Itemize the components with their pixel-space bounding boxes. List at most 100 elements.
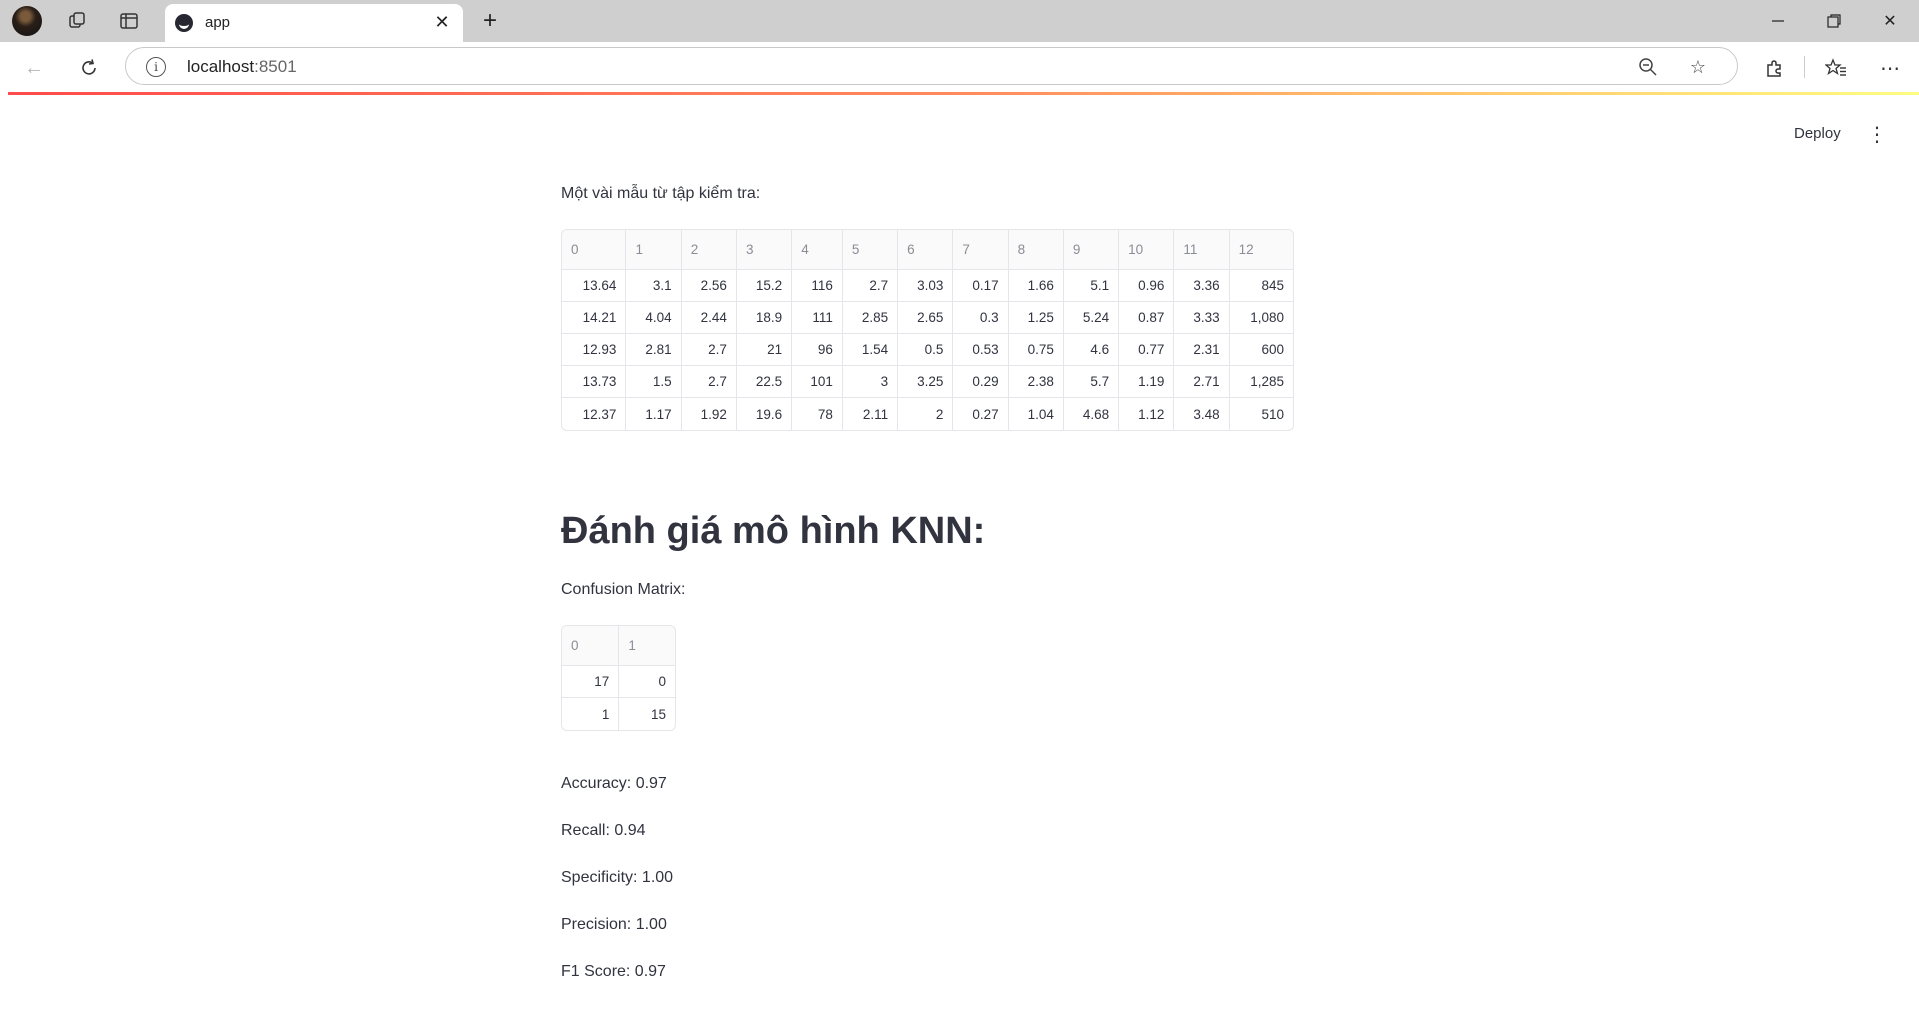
sample-cell[interactable]: 111 (792, 302, 843, 334)
sample-cell[interactable]: 600 (1229, 334, 1293, 366)
sample-cell[interactable]: 96 (792, 334, 843, 366)
favorites-icon[interactable] (1820, 52, 1852, 84)
confusion-cell[interactable]: 15 (619, 698, 675, 730)
sample-cell[interactable]: 4.04 (626, 302, 682, 334)
sample-cell[interactable]: 13.73 (562, 366, 627, 398)
sample-cell[interactable]: 2.38 (1008, 366, 1064, 398)
sample-cell[interactable]: 510 (1230, 398, 1293, 430)
sample-cell[interactable]: 116 (792, 270, 843, 302)
back-arrow-icon[interactable]: ← (18, 52, 50, 84)
sample-cell[interactable]: 2.7 (681, 334, 737, 366)
sample-cell[interactable]: 14.21 (562, 302, 627, 334)
sample-cell[interactable]: 0.3 (953, 302, 1009, 334)
main-menu-icon[interactable]: ⋮ (1866, 121, 1888, 147)
sample-cell[interactable]: 1.92 (682, 398, 737, 430)
sample-column-header[interactable]: 2 (681, 230, 737, 270)
new-tab-icon[interactable]: + (475, 6, 505, 36)
site-info-icon[interactable]: i (146, 57, 166, 77)
sample-cell[interactable]: 0.27 (953, 398, 1009, 430)
settings-more-icon[interactable]: ⋯ (1874, 52, 1906, 84)
sample-cell[interactable]: 18.9 (736, 302, 793, 334)
sample-cell[interactable]: 1.5 (626, 366, 682, 398)
favorite-star-icon[interactable]: ☆ (1684, 53, 1712, 81)
confusion-matrix-dataframe[interactable]: 01 17 0 1 15 (561, 625, 676, 731)
sample-cell[interactable]: 0.77 (1119, 334, 1175, 366)
sample-cell[interactable]: 2.7 (681, 366, 737, 398)
refresh-icon[interactable] (73, 52, 105, 84)
sample-column-header[interactable]: 11 (1174, 230, 1230, 270)
sample-cell[interactable]: 0.5 (898, 334, 954, 366)
sample-cell[interactable]: 0.75 (1008, 334, 1064, 366)
sample-cell[interactable]: 2.11 (843, 398, 899, 430)
sample-column-header[interactable]: 4 (792, 230, 843, 270)
sample-cell[interactable]: 21 (736, 334, 793, 366)
sample-cell[interactable]: 5.1 (1063, 270, 1120, 302)
confusion-column-header[interactable]: 1 (619, 626, 675, 666)
close-window-icon[interactable]: ✕ (1870, 8, 1910, 34)
url-field[interactable]: i localhost:8501 ☆ (125, 47, 1738, 85)
confusion-cell[interactable]: 1 (562, 698, 620, 730)
sample-cell[interactable]: 15.2 (736, 270, 793, 302)
close-tab-icon[interactable]: ✕ (431, 11, 453, 33)
sample-column-header[interactable]: 5 (842, 230, 899, 270)
restore-icon[interactable] (1814, 8, 1854, 34)
sample-cell[interactable]: 1,285 (1229, 366, 1293, 398)
confusion-column-header[interactable]: 0 (562, 626, 620, 666)
sample-cell[interactable]: 22.5 (736, 366, 793, 398)
confusion-cell[interactable]: 0 (619, 666, 675, 698)
sample-cell[interactable]: 5.7 (1063, 366, 1120, 398)
sample-cell[interactable]: 78 (792, 398, 843, 430)
sample-cell[interactable]: 1.17 (626, 398, 682, 430)
sample-cell[interactable]: 1.04 (1009, 398, 1064, 430)
sample-cell[interactable]: 0.29 (953, 366, 1009, 398)
sample-cell[interactable]: 2.56 (681, 270, 737, 302)
sample-cell[interactable]: 101 (792, 366, 843, 398)
sample-column-header[interactable]: 6 (898, 230, 954, 270)
sample-column-header[interactable]: 3 (736, 230, 793, 270)
sample-column-header[interactable]: 1 (626, 230, 682, 270)
sample-cell[interactable]: 3 (842, 366, 899, 398)
sample-cell[interactable]: 2.31 (1174, 334, 1230, 366)
sample-column-header[interactable]: 7 (953, 230, 1009, 270)
sample-cell[interactable]: 3.48 (1174, 398, 1230, 430)
sample-column-header[interactable]: 9 (1063, 230, 1120, 270)
sample-cell[interactable]: 0.53 (953, 334, 1009, 366)
sample-cell[interactable]: 13.64 (562, 270, 627, 302)
sample-cell[interactable]: 2.81 (626, 334, 682, 366)
sample-cell[interactable]: 0.17 (953, 270, 1009, 302)
sample-dataframe[interactable]: 0 1 2 3 4 5 6 7 8 9 10 11 12 13.64 3.1 2.56 15.2 116 2.7 3… (561, 229, 1294, 431)
sample-cell[interactable]: 2.7 (842, 270, 899, 302)
sample-cell[interactable]: 1.66 (1008, 270, 1064, 302)
sample-cell[interactable]: 3.33 (1174, 302, 1230, 334)
sample-column-header[interactable]: 8 (1008, 230, 1064, 270)
sample-cell[interactable]: 5.24 (1063, 302, 1120, 334)
minimize-icon[interactable] (1758, 8, 1798, 34)
sample-column-header[interactable]: 10 (1119, 230, 1175, 270)
sample-cell[interactable]: 2 (898, 398, 954, 430)
sample-cell[interactable]: 0.96 (1119, 270, 1175, 302)
sample-cell[interactable]: 2.71 (1174, 366, 1230, 398)
sample-cell[interactable]: 1.54 (842, 334, 899, 366)
sample-cell[interactable]: 1.19 (1119, 366, 1175, 398)
sample-cell[interactable]: 0.87 (1119, 302, 1175, 334)
deploy-button[interactable]: Deploy (1788, 121, 1847, 146)
sample-column-header[interactable]: 12 (1229, 230, 1293, 270)
sample-cell[interactable]: 12.93 (562, 334, 627, 366)
sample-cell[interactable]: 19.6 (737, 398, 793, 430)
confusion-cell[interactable]: 17 (562, 666, 620, 698)
tab-actions-icon[interactable] (114, 6, 144, 36)
sample-cell[interactable]: 3.36 (1174, 270, 1230, 302)
zoom-out-icon[interactable] (1634, 53, 1662, 81)
sample-cell[interactable]: 1.12 (1119, 398, 1175, 430)
browser-tab-app[interactable]: app ✕ (165, 4, 463, 42)
sample-cell[interactable]: 4.6 (1063, 334, 1120, 366)
sample-cell[interactable]: 1,080 (1229, 302, 1293, 334)
sample-cell[interactable]: 2.44 (681, 302, 737, 334)
sample-cell[interactable]: 1.25 (1008, 302, 1064, 334)
profile-avatar[interactable] (12, 6, 42, 36)
sample-cell[interactable]: 845 (1229, 270, 1293, 302)
sample-cell[interactable]: 4.68 (1064, 398, 1120, 430)
collections-icon[interactable] (62, 6, 92, 36)
sample-cell[interactable]: 3.25 (898, 366, 954, 398)
sample-cell[interactable]: 2.65 (898, 302, 954, 334)
